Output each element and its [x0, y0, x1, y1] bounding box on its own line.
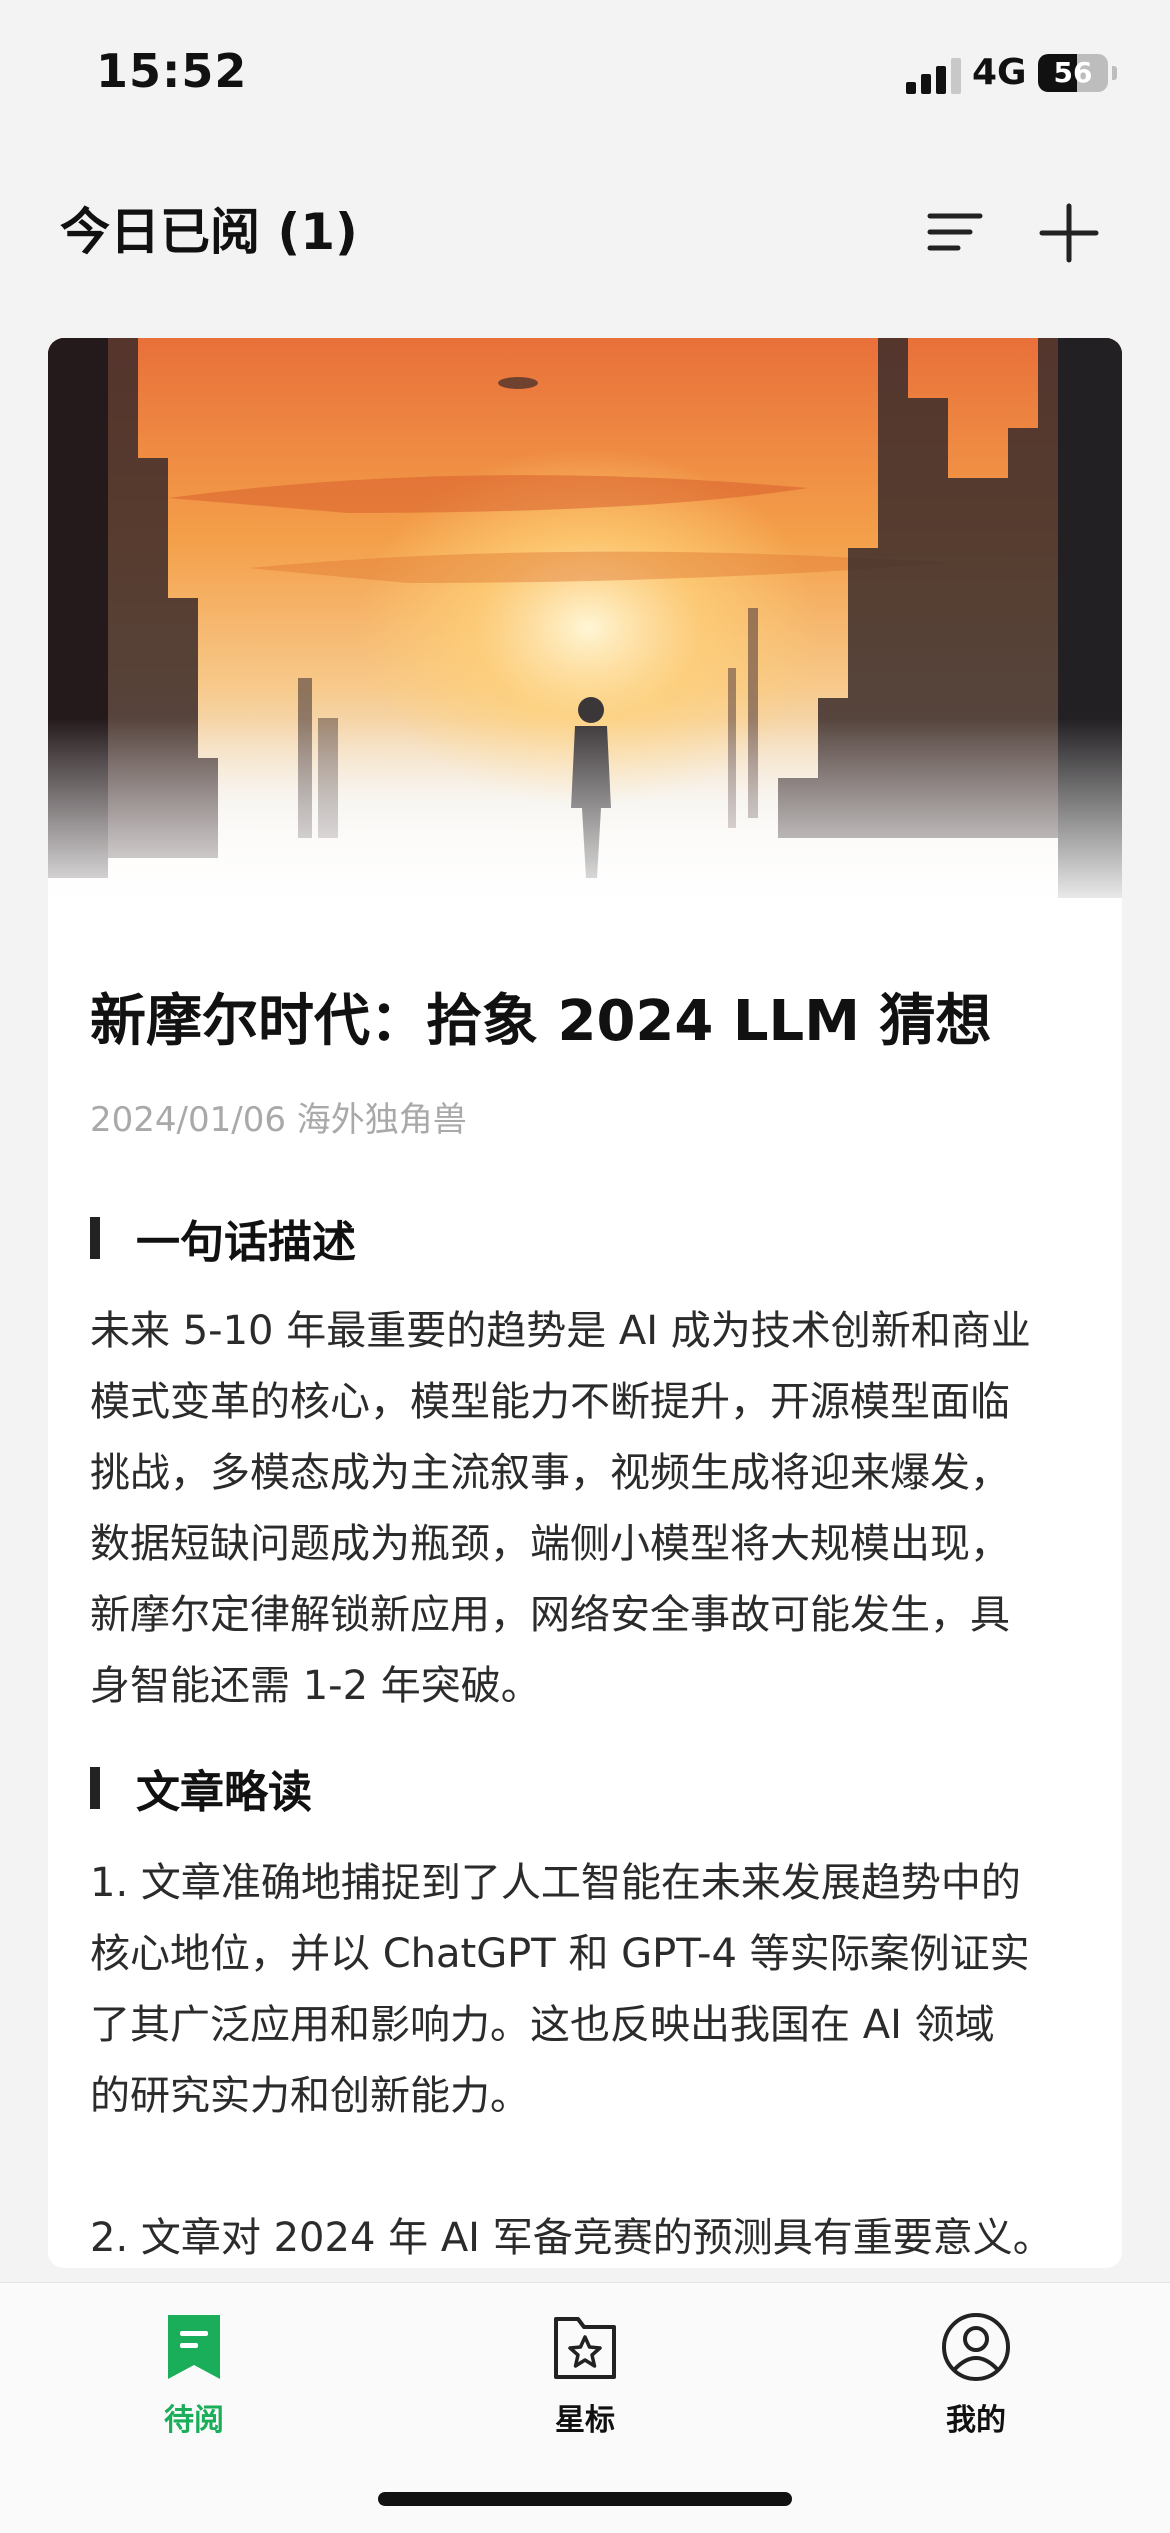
add-button[interactable]	[1034, 198, 1104, 268]
article-card[interactable]: 新摩尔时代：拾象 2024 LLM 猜想 2024/01/06 海外独角兽 一句…	[48, 338, 1122, 2268]
text-line: 新摩尔定律解锁新应用，网络安全事故可能发生，具	[90, 1592, 1010, 1638]
text-line: 核心地位，并以 ChatGPT 和 GPT-4 等实际案例证实	[90, 1931, 1030, 1977]
text-line: 身智能还需 1-2 年突破。	[90, 1663, 541, 1709]
article-meta: 2024/01/06 海外独角兽	[90, 1100, 467, 1140]
battery-tip	[1112, 66, 1117, 80]
article-title[interactable]: 新摩尔时代：拾象 2024 LLM 猜想	[90, 988, 1090, 1055]
cellular-signal-icon	[906, 58, 961, 94]
text-line: 了其广泛应用和影响力。这也反映出我国在 AI 领域	[90, 2002, 995, 2048]
list-filter-icon	[927, 213, 983, 251]
text-line: 模式变革的核心，模型能力不断提升，开源模型面临	[90, 1379, 1010, 1425]
text-line: 数据短缺问题成为瓶颈，端侧小模型将大规模出现，	[90, 1521, 1010, 1567]
page-title: 今日已阅 (1)	[60, 203, 358, 261]
text-line: 未来 5-10 年最重要的趋势是 AI 成为技术创新和商业	[90, 1308, 1031, 1354]
tab-mine[interactable]: 我的	[876, 2311, 1076, 2439]
battery-level: 56	[1053, 56, 1093, 89]
section-heading-skim: 文章略读	[90, 1756, 312, 1820]
text-line	[90, 2132, 1090, 2203]
battery-icon: 56	[1038, 54, 1108, 92]
network-type: 4G	[972, 52, 1027, 93]
tab-label: 待阅	[164, 2403, 224, 2438]
tab-starred[interactable]: 星标	[485, 2311, 685, 2439]
text-line: 2. 文章对 2024 年 AI 军备竞赛的预测具有重要意义。	[90, 2215, 1053, 2261]
text-line: 1. 文章准确地捕捉到了人工智能在未来发展趋势中的	[90, 1860, 1021, 1906]
tab-to-read[interactable]: 待阅	[94, 2311, 294, 2439]
user-icon	[942, 2313, 1010, 2381]
home-indicator[interactable]	[378, 2492, 792, 2506]
text-line: 挑战，多模态成为主流叙事，视频生成将迎来爆发，	[90, 1450, 1010, 1496]
tab-label: 我的	[946, 2403, 1006, 2438]
summary-paragraph: 未来 5-10 年最重要的趋势是 AI 成为技术创新和商业 模式变革的核心，模型…	[90, 1296, 1090, 1722]
star-folder-icon	[554, 2317, 616, 2379]
section-heading-summary: 一句话描述	[90, 1206, 356, 1270]
section-marker	[90, 1767, 100, 1809]
section-heading-text: 一句话描述	[136, 1217, 356, 1268]
tab-label: 星标	[555, 2403, 615, 2438]
status-bar: 15:52 4G 56	[0, 0, 1170, 150]
filter-button[interactable]	[920, 198, 990, 268]
section-marker	[90, 1217, 100, 1259]
text-line: 的研究实力和创新能力。	[90, 2073, 530, 2119]
plus-icon	[1039, 203, 1099, 263]
cover-image	[48, 338, 1122, 918]
status-time: 15:52	[96, 44, 248, 98]
skim-paragraph: 1. 文章准确地捕捉到了人工智能在未来发展趋势中的 核心地位，并以 ChatGP…	[90, 1848, 1090, 2268]
bookmark-icon	[168, 2315, 220, 2379]
section-heading-text: 文章略读	[136, 1767, 312, 1818]
